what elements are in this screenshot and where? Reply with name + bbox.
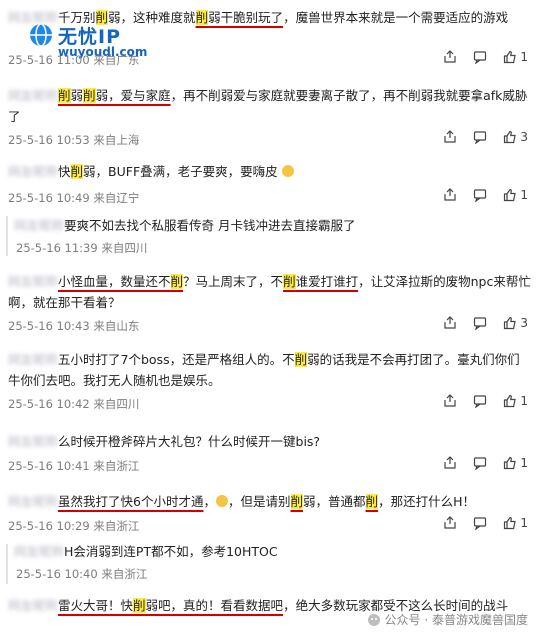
comment-location: 来自四川 — [93, 397, 140, 411]
comment-button[interactable] — [473, 50, 487, 64]
comment-button[interactable] — [473, 316, 487, 330]
comment-location: 来自四川 — [101, 241, 148, 255]
wechat-watermark: 公众号 · 泰普游戏魔兽国度 — [367, 611, 528, 628]
like-count: 1 — [520, 50, 528, 64]
share-button[interactable] — [443, 188, 457, 202]
reply-indent-line — [6, 544, 8, 584]
share-icon — [444, 50, 456, 63]
comment-button[interactable] — [473, 188, 487, 202]
comment-button[interactable] — [473, 394, 487, 408]
username[interactable]: 网友昵称 — [14, 544, 64, 559]
share-icon — [444, 456, 456, 469]
like-button[interactable]: 3 — [503, 316, 528, 330]
laugh-emoji-icon — [216, 495, 228, 507]
like-button[interactable]: 1 — [503, 188, 528, 202]
like-count: 1 — [520, 456, 528, 470]
comment-icon — [474, 395, 487, 408]
username[interactable]: 网友昵称 — [8, 10, 58, 25]
like-button[interactable]: 1 — [503, 456, 528, 470]
like-count: 1 — [520, 188, 528, 202]
thumbs-up-icon — [504, 456, 517, 470]
comment-button[interactable] — [473, 456, 487, 470]
like-button[interactable]: 1 — [503, 50, 528, 64]
comment-date: 25-5-16 10:42 — [8, 397, 90, 411]
comment-date: 25-5-16 10:49 — [8, 191, 90, 205]
username[interactable]: 网友昵称 — [8, 352, 58, 367]
username[interactable]: 网友昵称 — [8, 274, 58, 289]
comment-date: 25-5-16 10:29 — [8, 519, 90, 533]
share-icon — [444, 316, 456, 329]
share-button[interactable] — [443, 130, 457, 144]
share-icon — [444, 394, 456, 407]
like-button[interactable]: 1 — [503, 516, 528, 530]
comment-button[interactable] — [473, 130, 487, 144]
share-icon — [444, 516, 456, 529]
thumbs-up-icon — [504, 516, 517, 530]
username[interactable]: 网友昵称 — [14, 218, 64, 233]
share-button[interactable] — [443, 50, 457, 64]
share-icon — [444, 130, 456, 143]
username[interactable]: 网友昵称 — [8, 164, 58, 179]
comment-location: 来自浙江 — [93, 519, 140, 533]
like-count: 1 — [520, 516, 528, 530]
comment-icon — [474, 517, 487, 530]
comment-date: 25-5-16 10:43 — [8, 319, 90, 333]
comment-icon — [474, 317, 487, 330]
comment-location: 来自辽宁 — [93, 191, 140, 205]
like-button[interactable]: 1 — [503, 394, 528, 408]
comment-date: 25-5-16 10:53 — [8, 133, 90, 147]
comment-icon — [474, 51, 487, 64]
like-count: 3 — [520, 130, 528, 144]
thumbs-up-icon — [504, 188, 517, 202]
like-count: 3 — [520, 316, 528, 330]
thumbs-up-icon — [504, 316, 517, 330]
thumbs-up-icon — [504, 394, 517, 408]
reply-indent-line — [6, 216, 8, 256]
share-icon — [444, 188, 456, 201]
comment-location: 来自广东 — [93, 53, 140, 67]
comment-date: 25-5-16 10:40 — [16, 567, 98, 581]
comment-icon — [474, 189, 487, 202]
username[interactable]: 网友昵称 — [8, 598, 58, 613]
username[interactable]: 网友昵称 — [8, 88, 58, 103]
comment-location: 来自浙江 — [101, 567, 148, 581]
smile-emoji-icon — [281, 165, 294, 177]
comment-icon — [474, 457, 487, 470]
username[interactable]: 网友昵称 — [8, 494, 58, 509]
share-button[interactable] — [443, 394, 457, 408]
comment-location: 来自上海 — [93, 133, 140, 147]
wechat-icon — [367, 613, 380, 626]
like-count: 1 — [520, 394, 528, 408]
watermark-text: 公众号 · 泰普游戏魔兽国度 — [384, 613, 528, 627]
username[interactable]: 网友昵称 — [8, 434, 58, 449]
comment-date: 25-5-16 11:39 — [16, 241, 98, 255]
comment-location: 来自山东 — [93, 319, 140, 333]
share-button[interactable] — [443, 516, 457, 530]
thumbs-up-icon — [504, 50, 517, 64]
comment-button[interactable] — [473, 516, 487, 530]
share-button[interactable] — [443, 456, 457, 470]
comment-date: 25-5-16 11:00 — [8, 53, 90, 67]
thumbs-up-icon — [504, 130, 517, 144]
like-button[interactable]: 3 — [503, 130, 528, 144]
comment-icon — [474, 131, 487, 144]
comment-location: 来自浙江 — [93, 459, 140, 473]
comment-date: 25-5-16 10:41 — [8, 459, 90, 473]
share-button[interactable] — [443, 316, 457, 330]
